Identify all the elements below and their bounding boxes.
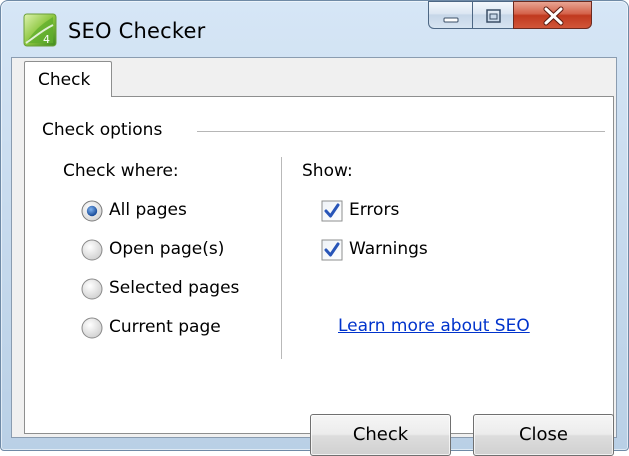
radio-selected-pages-label: Selected pages xyxy=(109,278,240,298)
radio-current-page-label: Current page xyxy=(109,317,221,337)
column-divider xyxy=(281,157,282,359)
minimize-icon xyxy=(443,17,459,23)
seo-checker-window: 4 SEO Checker Check Check options Check … xyxy=(0,0,629,456)
checkbox-checked-icon xyxy=(321,200,343,222)
app-icon: 4 xyxy=(23,13,57,47)
window-title: SEO Checker xyxy=(68,19,206,43)
checkbox-warnings-label: Warnings xyxy=(349,239,428,259)
checkbox-errors-label: Errors xyxy=(349,200,400,220)
svg-text:4: 4 xyxy=(43,33,50,46)
group-separator xyxy=(197,131,605,132)
learn-more-seo-link[interactable]: Learn more about SEO xyxy=(338,316,530,336)
close-icon xyxy=(543,6,564,26)
maximize-icon xyxy=(486,9,501,23)
radio-unselected-icon xyxy=(81,239,103,261)
checkbox-checked-icon xyxy=(321,239,343,261)
radio-all-pages-label: All pages xyxy=(109,200,187,220)
close-window-button[interactable] xyxy=(513,1,592,29)
radio-unselected-icon xyxy=(81,278,103,300)
close-button[interactable]: Close xyxy=(473,414,614,456)
show-heading: Show: xyxy=(302,161,353,181)
check-where-heading: Check where: xyxy=(63,161,179,181)
dialog-client-area: Check Check options Check where: All pag… xyxy=(11,57,617,456)
check-tab-panel: Check options Check where: All pages Ope… xyxy=(24,96,614,456)
check-button[interactable]: Check xyxy=(310,414,451,456)
title-bar[interactable]: 4 SEO Checker xyxy=(1,1,628,59)
radio-selected-icon xyxy=(81,200,103,222)
check-options-label: Check options xyxy=(42,120,169,140)
radio-unselected-icon xyxy=(81,317,103,339)
maximize-button[interactable] xyxy=(472,1,513,29)
radio-open-pages-label: Open page(s) xyxy=(109,239,225,259)
tab-check-label: Check xyxy=(38,70,91,90)
tab-check[interactable]: Check xyxy=(24,61,112,97)
minimize-button[interactable] xyxy=(428,1,472,29)
